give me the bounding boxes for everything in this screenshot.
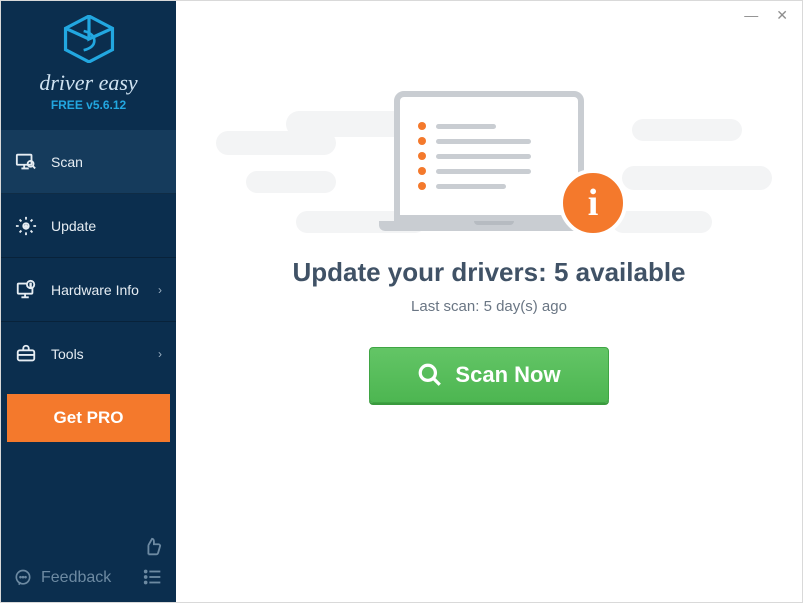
get-pro-button[interactable]: Get PRO bbox=[7, 394, 170, 442]
svg-text:i: i bbox=[30, 283, 31, 289]
scan-now-label: Scan Now bbox=[455, 362, 560, 388]
nav: Scan Update i Hardware Info › Tools › bbox=[1, 130, 176, 386]
nav-scan[interactable]: Scan bbox=[1, 130, 176, 194]
brand-name: driver easy bbox=[1, 70, 176, 96]
sidebar-bottom: Feedback bbox=[1, 526, 176, 602]
hero-illustration: i bbox=[359, 91, 619, 231]
get-pro-label: Get PRO bbox=[54, 408, 124, 428]
gear-update-icon bbox=[15, 215, 37, 237]
chevron-right-icon: › bbox=[158, 283, 162, 297]
window-controls: — ✕ bbox=[744, 1, 802, 31]
feedback-label: Feedback bbox=[41, 569, 111, 587]
nav-hardware[interactable]: i Hardware Info › bbox=[1, 258, 176, 322]
close-button[interactable]: ✕ bbox=[776, 7, 788, 31]
scan-now-button[interactable]: Scan Now bbox=[369, 347, 609, 403]
list-menu-icon[interactable] bbox=[142, 566, 164, 588]
version-label: FREE v5.6.12 bbox=[1, 98, 176, 112]
last-scan-label: Last scan: 5 day(s) ago bbox=[176, 298, 802, 315]
app-logo-icon bbox=[61, 15, 117, 63]
search-icon bbox=[417, 362, 443, 388]
laptop-illustration: i bbox=[379, 91, 599, 231]
main-panel: i Update your drivers: 5 available Last … bbox=[176, 1, 802, 602]
nav-tools-label: Tools bbox=[51, 346, 84, 362]
nav-scan-label: Scan bbox=[51, 154, 83, 170]
chevron-right-icon: › bbox=[158, 347, 162, 361]
minimize-button[interactable]: — bbox=[744, 7, 758, 31]
logo-block: driver easy FREE v5.6.12 bbox=[1, 1, 176, 120]
feedback-button[interactable]: Feedback bbox=[13, 568, 111, 588]
nav-hardware-label: Hardware Info bbox=[51, 282, 139, 298]
toolbox-icon bbox=[15, 343, 37, 365]
hardware-info-icon: i bbox=[15, 279, 37, 301]
nav-update[interactable]: Update bbox=[1, 194, 176, 258]
nav-tools[interactable]: Tools › bbox=[1, 322, 176, 386]
chat-icon bbox=[13, 568, 33, 588]
info-badge-icon: i bbox=[559, 169, 627, 237]
monitor-search-icon bbox=[15, 151, 37, 173]
nav-update-label: Update bbox=[51, 218, 96, 234]
thumbs-up-icon[interactable] bbox=[142, 536, 164, 558]
sidebar: driver easy FREE v5.6.12 Scan Update i H… bbox=[1, 1, 176, 602]
